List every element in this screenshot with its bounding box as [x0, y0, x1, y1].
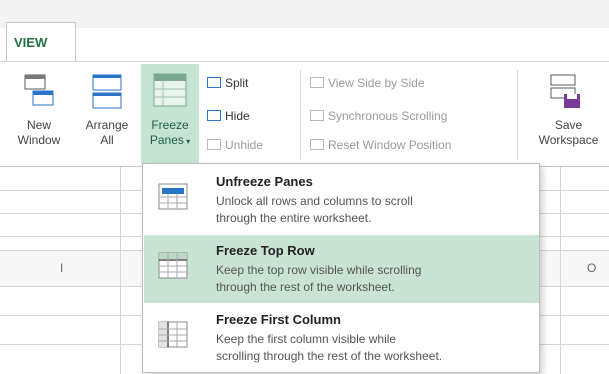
arrange-all-icon	[92, 74, 122, 109]
freeze-first-column-icon	[158, 321, 188, 348]
unhide-icon	[207, 139, 221, 150]
reset-window-position-button[interactable]: Reset Window Position	[310, 138, 451, 152]
freeze-first-column-description: Keep the first column visible while scrol…	[216, 331, 536, 365]
menu-item-unfreeze-panes[interactable]: Unfreeze Panes Unlock all rows and colum…	[144, 166, 539, 234]
freeze-panes-label-1: Freeze	[151, 118, 189, 132]
arrange-all-label-2: All	[100, 133, 114, 147]
freeze-top-row-description: Keep the top row visible while scrolling…	[216, 262, 536, 296]
save-workspace-icon	[550, 74, 580, 108]
menu-item-freeze-top-row[interactable]: Freeze Top Row Keep the top row visible …	[144, 235, 539, 303]
unhide-label: Unhide	[225, 138, 264, 152]
hide-button[interactable]: Hide	[207, 109, 250, 123]
desc-line: scrolling through the rest of the worksh…	[216, 349, 443, 363]
grid-line	[120, 167, 121, 374]
reset-window-position-label: Reset Window Position	[328, 138, 452, 152]
new-window-label-2: Window	[17, 133, 61, 147]
column-header-o[interactable]: O	[587, 261, 596, 275]
desc-line: through the entire worksheet.	[216, 211, 372, 225]
group-separator	[300, 70, 301, 160]
freeze-top-row-icon	[158, 252, 188, 279]
view-side-by-side-button[interactable]: View Side by Side	[310, 76, 425, 90]
save-workspace-label-2: Workspace	[538, 133, 599, 147]
column-header-i[interactable]: I	[60, 261, 63, 275]
split-label: Split	[225, 76, 249, 90]
new-window-icon	[24, 74, 54, 106]
menu-item-freeze-first-column[interactable]: Freeze First Column Keep the first colum…	[144, 304, 539, 372]
desc-line: Keep the first column visible while	[216, 332, 397, 346]
side-by-side-icon	[310, 77, 324, 88]
desc-line: Unlock all rows and columns to scroll	[216, 194, 413, 208]
view-side-by-side-label: View Side by Side	[328, 76, 425, 90]
save-workspace-label-1: Save	[554, 118, 583, 132]
new-window-label-1: New	[26, 118, 51, 132]
hide-label: Hide	[225, 109, 250, 123]
arrange-all-label-1: Arrange	[85, 118, 129, 132]
freeze-first-column-title: Freeze First Column	[216, 312, 341, 327]
reset-window-position-icon	[310, 139, 324, 150]
synchronous-scrolling-label: Synchronous Scrolling	[328, 109, 448, 123]
desc-line: Keep the top row visible while scrolling	[216, 263, 422, 277]
save-workspace-button[interactable]: Save Workspace	[528, 64, 609, 164]
desc-line: through the rest of the worksheet.	[216, 280, 395, 294]
unfreeze-panes-title: Unfreeze Panes	[216, 174, 313, 189]
split-button[interactable]: Split	[207, 76, 248, 90]
freeze-panes-icon	[153, 73, 187, 107]
unfreeze-panes-icon	[158, 183, 188, 210]
synchronous-scrolling-button[interactable]: Synchronous Scrolling	[310, 109, 447, 123]
title-strip	[0, 0, 609, 28]
synchronous-scrolling-icon	[310, 110, 324, 121]
split-icon	[207, 77, 221, 88]
freeze-panes-menu: Unfreeze Panes Unlock all rows and colum…	[142, 163, 540, 373]
freeze-panes-label-2: Panes	[149, 133, 184, 147]
freeze-panes-button[interactable]: Freeze Panes ▾	[141, 64, 199, 164]
group-separator-2	[517, 70, 518, 160]
grid-line	[560, 167, 561, 374]
unhide-button[interactable]: Unhide	[207, 138, 263, 152]
arrange-all-button[interactable]: Arrange All	[74, 64, 140, 164]
tab-view[interactable]: VIEW	[6, 22, 76, 62]
chevron-down-icon: ▾	[183, 137, 191, 146]
unfreeze-panes-description: Unlock all rows and columns to scroll thr…	[216, 193, 536, 227]
freeze-top-row-title: Freeze Top Row	[216, 243, 315, 258]
hide-icon	[207, 110, 221, 121]
new-window-button[interactable]: New Window	[6, 64, 72, 164]
